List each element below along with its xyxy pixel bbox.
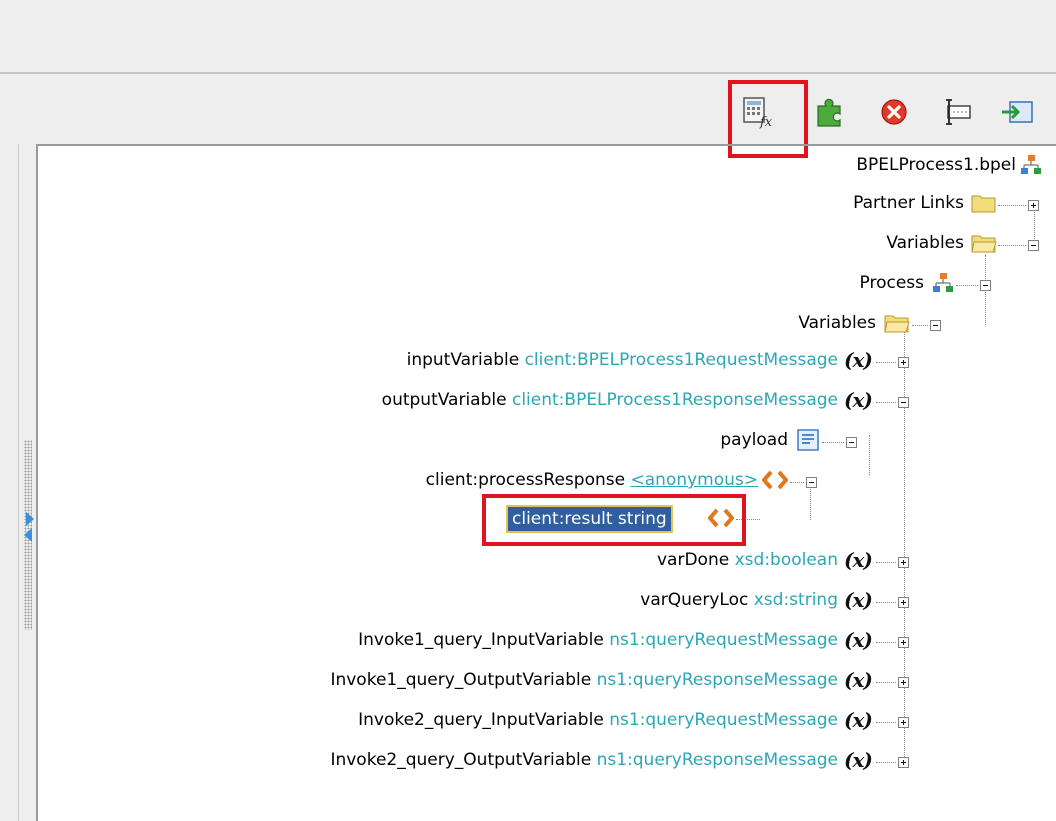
variable-name: Invoke2_query_InputVariable [358,710,604,730]
tree-connector [822,442,844,443]
tree-node-label: Variables [798,313,876,333]
highlight-box-node [482,494,746,546]
tree-node-variable[interactable]: varDone xsd:boolean [657,545,838,575]
delete-icon[interactable] [876,92,916,132]
tree-connector [876,602,896,603]
variable-name: Invoke2_query_OutputVariable [330,750,592,770]
tree-node-variable[interactable]: Invoke2_query_InputVariable ns1:queryReq… [358,705,838,735]
panel-border-left [36,144,38,821]
variable-type: ns1:queryRequestMessage [609,710,838,730]
collapse-toggle[interactable] [1028,240,1039,251]
tree-node-variable[interactable]: outputVariable client:BPELProcess1Respon… [382,385,838,415]
tree-node-label: Partner Links [853,193,964,213]
collapse-toggle[interactable] [846,437,857,448]
tree-node-variable[interactable]: Invoke1_query_OutputVariable ns1:queryRe… [330,665,838,695]
collapse-toggle[interactable] [898,397,909,408]
tree-connector [904,330,905,765]
tree-node-label: Variables [886,233,964,253]
variable-name: varQueryLoc [640,590,749,610]
variable-name: Invoke1_query_InputVariable [358,630,604,650]
open-folder-icon [884,313,910,338]
tree-node-variable[interactable]: Invoke1_query_InputVariable ns1:queryReq… [358,625,838,655]
variable-type: client:BPELProcess1ResponseMessage [511,390,838,410]
variable-icon: (x) [844,548,873,572]
tree-node-variables-top[interactable]: Variables [886,228,964,258]
variable-icon: (x) [844,628,873,652]
tree-node-root[interactable]: BPELProcess1.bpel [856,150,1016,180]
variable-type: xsd:string [753,590,838,610]
tree-connector [998,205,1026,206]
tree-node-variables[interactable]: Variables [798,308,876,338]
tree-connector [790,482,804,483]
expand-toggle[interactable] [898,757,909,768]
expand-toggle[interactable] [898,597,909,608]
element-type: <anonymous> [630,470,758,490]
puzzle-icon[interactable] [812,92,852,132]
variable-type: ns1:queryResponseMessage [596,750,838,770]
variable-type: xsd:boolean [734,550,838,570]
element-name: client:processResponse [425,470,626,490]
import-icon[interactable] [998,92,1038,132]
collapse-toggle[interactable] [930,320,941,331]
folder-icon [971,193,997,218]
gutter-divider [18,144,19,821]
tree-node-variable[interactable]: inputVariable client:BPELProcess1Request… [407,345,838,375]
tree-connector [876,402,896,403]
tree-connector [876,362,896,363]
tree-node-variable[interactable]: Invoke2_query_OutputVariable ns1:queryRe… [330,745,838,775]
variable-icon: (x) [844,588,873,612]
variable-name: Invoke1_query_OutputVariable [330,670,592,690]
element-icon [761,469,789,496]
tree-connector [876,722,896,723]
highlight-box-toolbar [728,80,808,158]
tree-connector [876,762,896,763]
collapse-toggle[interactable] [806,477,817,488]
expand-toggle[interactable] [898,557,909,568]
tree-node-partner-links[interactable]: Partner Links [853,188,964,218]
tree-connector [876,562,896,563]
expand-toggle[interactable] [898,357,909,368]
part-name: payload [720,430,788,450]
variable-icon: (x) [844,748,873,772]
tree-connector [998,245,1026,246]
tree-connector [956,285,978,286]
variable-icon: (x) [844,388,873,412]
tree-connector [912,325,928,326]
message-part-icon [796,428,820,457]
variable-name: outputVariable [381,390,507,410]
variable-type: client:BPELProcess1RequestMessage [524,350,838,370]
variable-name: varDone [656,550,730,570]
tree-node-process[interactable]: Process [860,268,925,298]
collapse-left-icon[interactable] [24,528,32,542]
expand-toggle[interactable] [898,717,909,728]
variable-icon: (x) [844,348,873,372]
expand-toggle[interactable] [898,677,909,688]
variable-name: inputVariable [406,350,520,370]
tree-node-variable[interactable]: varQueryLoc xsd:string [640,585,838,615]
tree-connector [869,435,870,475]
process-icon [932,272,954,299]
panel-border [36,144,1056,146]
process-icon [1020,154,1042,181]
expand-toggle[interactable] [1028,200,1039,211]
variable-type: ns1:queryRequestMessage [609,630,838,650]
tree-node-label: BPELProcess1.bpel [856,155,1016,175]
variable-type: ns1:queryResponseMessage [596,670,838,690]
variable-icon: (x) [844,708,873,732]
tree-connector [1034,205,1035,245]
open-folder-icon [971,233,997,258]
xpath-icon[interactable] [938,92,978,132]
tree-connector [876,642,896,643]
tree-connector [876,682,896,683]
variable-icon: (x) [844,668,873,692]
tree-node-label: Process [859,273,925,293]
expand-toggle[interactable] [898,637,909,648]
collapse-toggle[interactable] [980,280,991,291]
expand-right-icon[interactable] [26,512,34,526]
window-header [0,0,1056,74]
tree-node-element[interactable]: client:processResponse <anonymous> [426,465,758,495]
tree-node-payload[interactable]: payload [720,425,788,455]
